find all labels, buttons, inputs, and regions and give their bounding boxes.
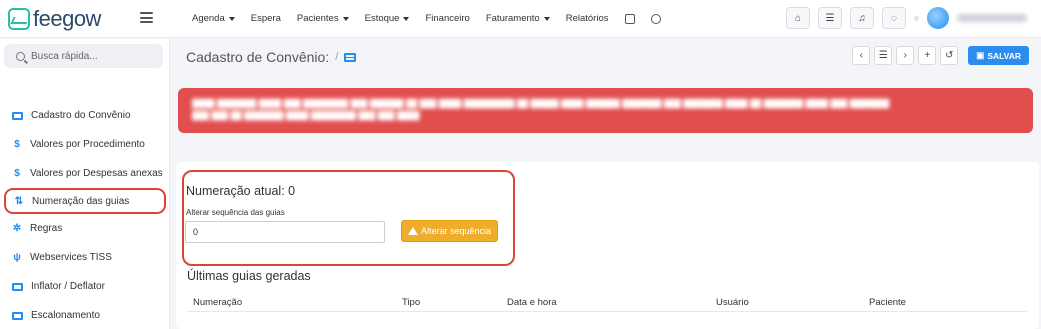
menu-toggle-icon[interactable] — [140, 12, 153, 23]
change-sequence-label: Alterar sequência das guias — [186, 208, 285, 217]
top-right-tools: ⌂ ☰ ♫ ◌ — [786, 7, 1027, 29]
user-name-blurred[interactable] — [957, 14, 1027, 22]
change-sequence-button[interactable]: Alterar sequência — [401, 220, 499, 242]
search-input[interactable]: Busca rápida... — [31, 51, 98, 62]
next-button[interactable]: › — [896, 46, 915, 65]
app-root: feegow Agenda Espera Pacientes Estoque F… — [0, 0, 1041, 329]
nav-pacientes-label: Pacientes — [296, 13, 339, 24]
sidebar-item-label: Inflator / Deflator — [31, 281, 105, 292]
sidebar-item-label: Cadastro do Convênio — [31, 110, 131, 121]
nav-agenda-label: Agenda — [192, 13, 225, 24]
sequence-input[interactable] — [185, 221, 385, 243]
sidebar-item-valores-despesas[interactable]: $ Valores por Despesas anexas — [0, 159, 170, 188]
breadcrumb-separator: / — [335, 51, 339, 63]
list-check-icon[interactable]: ☰ — [818, 7, 842, 29]
nav-relatorios[interactable]: Relatórios — [558, 13, 617, 24]
add-button[interactable]: + — [918, 46, 937, 65]
inbox-icon[interactable]: ⌂ — [786, 7, 810, 29]
gear-icon — [650, 13, 661, 24]
bell-icon[interactable]: ♫ — [850, 7, 874, 29]
sidebar-item-webservices[interactable]: ψ Webservices TISS — [0, 243, 170, 272]
nav-estoque[interactable]: Estoque — [357, 13, 418, 24]
nav-pacientes[interactable]: Pacientes — [289, 13, 357, 24]
page-title: Cadastro de Convênio: — [186, 49, 330, 65]
heartbeat-logo-icon — [8, 7, 30, 30]
sidebar-item-cadastro[interactable]: Cadastro do Convênio — [0, 101, 170, 130]
card-icon — [12, 111, 23, 120]
column-header-usuario: Usuário — [716, 297, 749, 308]
history-button[interactable]: ↺ — [940, 46, 959, 65]
sidebar-item-label: Regras — [30, 223, 63, 234]
money-icon — [12, 282, 23, 291]
guides-table-header: Numeração Tipo Data e hora Usuário Pacie… — [187, 290, 1027, 312]
nav-financeiro[interactable]: Financeiro — [417, 13, 477, 24]
brand-name: feegow — [33, 5, 101, 31]
nav-database[interactable] — [617, 13, 643, 24]
chevron-down-icon — [403, 16, 410, 21]
dollar-icon: $ — [14, 139, 20, 150]
sidebar-item-label: Numeração das guias — [32, 195, 130, 207]
quick-search[interactable]: Busca rápida... — [4, 44, 163, 68]
dollar-icon: $ — [14, 168, 20, 179]
column-header-tipo: Tipo — [402, 297, 421, 308]
sidebar-item-valores-procedimento[interactable]: $ Valores por Procedimento — [0, 130, 170, 159]
nav-faturamento[interactable]: Faturamento — [478, 13, 558, 24]
last-guides-title: Últimas guias geradas — [187, 269, 311, 283]
numbering-card: Numeração atual: 0 Alterar sequência das… — [176, 162, 1039, 329]
floppy-icon: ▣ — [976, 50, 985, 60]
top-bar: feegow Agenda Espera Pacientes Estoque F… — [0, 0, 1041, 38]
nav-settings[interactable] — [643, 13, 669, 24]
alert-text-blurred: ████ ███████ ████ ███ ████████ ███ █████… — [192, 99, 890, 120]
list-button[interactable]: ☰ — [874, 46, 893, 65]
sidebar-item-regras[interactable]: ✲ Regras — [0, 214, 170, 243]
warning-icon — [408, 227, 418, 235]
money-icon — [12, 311, 23, 320]
sidebar-menu: Cadastro do Convênio $ Valores por Proce… — [0, 101, 170, 329]
chevron-down-icon — [543, 16, 550, 21]
alert-banner: ████ ███████ ████ ███ ████████ ███ █████… — [178, 88, 1033, 133]
sidebar-item-escalonamento[interactable]: Escalonamento — [0, 301, 170, 329]
current-numbering: Numeração atual: 0 — [186, 184, 296, 198]
nav-financeiro-label: Financeiro — [425, 13, 470, 24]
cogs-icon: ✲ — [12, 223, 22, 234]
sidebar-item-numeracao[interactable]: ⇅ Numeração das guias — [4, 188, 166, 214]
column-header-numeracao: Numeração — [193, 297, 243, 308]
content-header: Cadastro de Convênio: / ‹ ☰ › + ↺ ▣ SALV… — [170, 39, 1041, 75]
sidebar: Busca rápida... Cadastro do Convênio $ V… — [0, 39, 170, 329]
nav-espera[interactable]: Espera — [243, 13, 289, 24]
header-toolbar: ‹ ☰ › + ↺ ▣ SALVAR — [852, 46, 1029, 65]
nav-faturamento-label: Faturamento — [485, 13, 540, 24]
nav-relatorios-label: Relatórios — [565, 13, 609, 24]
chat-icon[interactable]: ◌ — [882, 7, 906, 29]
card-icon — [344, 52, 357, 62]
nav-agenda[interactable]: Agenda — [184, 13, 243, 24]
nav-espera-label: Espera — [250, 13, 281, 24]
previous-button[interactable]: ‹ — [852, 46, 871, 65]
sidebar-item-label: Escalonamento — [31, 310, 100, 321]
top-navigation: Agenda Espera Pacientes Estoque Financei… — [184, 13, 669, 24]
database-icon — [624, 13, 635, 24]
plug-icon: ψ — [13, 252, 21, 263]
separator-dot — [914, 15, 919, 21]
sidebar-item-inflator[interactable]: Inflator / Deflator — [0, 272, 170, 301]
chevron-down-icon — [342, 16, 349, 21]
sidebar-item-label: Valores por Procedimento — [30, 139, 145, 150]
avatar[interactable] — [927, 7, 949, 29]
sidebar-item-label: Valores por Despesas anexas — [30, 168, 163, 179]
change-sequence-button-label: Alterar sequência — [421, 226, 492, 236]
nav-estoque-label: Estoque — [364, 13, 400, 24]
save-button[interactable]: ▣ SALVAR — [968, 46, 1029, 65]
search-icon — [16, 51, 25, 61]
save-button-label: SALVAR — [987, 50, 1021, 61]
chevron-down-icon — [228, 16, 235, 21]
column-header-paciente: Paciente — [869, 297, 906, 308]
column-header-data-hora: Data e hora — [507, 297, 557, 308]
sidebar-item-label: Webservices TISS — [30, 252, 112, 263]
sort-icon: ⇅ — [14, 195, 24, 207]
